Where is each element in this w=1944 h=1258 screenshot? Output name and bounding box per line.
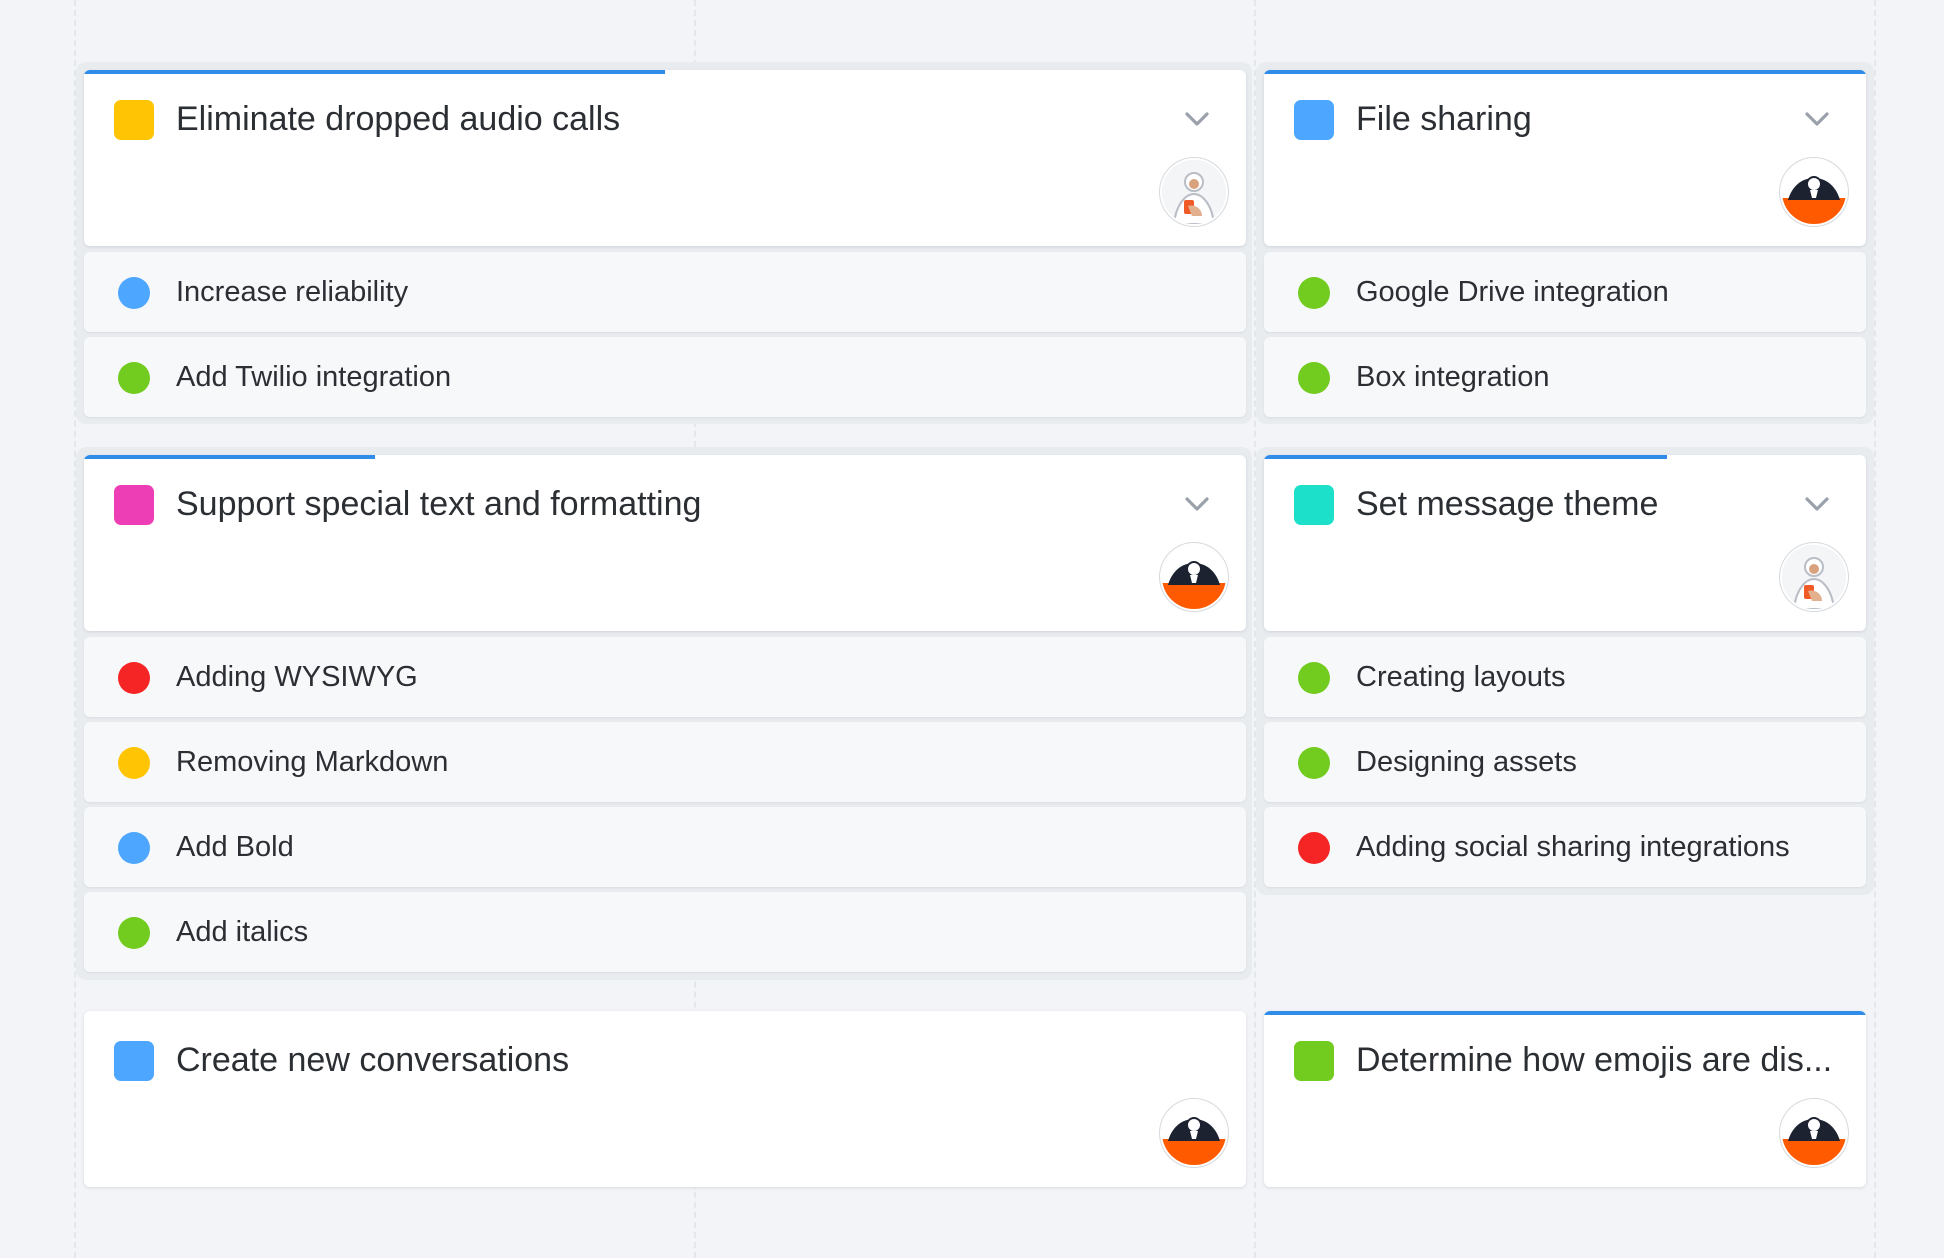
feature-card[interactable]: Support special text and formatting xyxy=(84,455,1246,631)
status-dot xyxy=(1298,747,1330,779)
chevron-down-icon[interactable] xyxy=(1802,104,1832,134)
progress-bar xyxy=(1264,70,1866,74)
status-dot xyxy=(1298,277,1330,309)
chevron-down-icon[interactable] xyxy=(1182,489,1212,519)
list-item-label: Add italics xyxy=(176,916,309,948)
avatar[interactable] xyxy=(1782,160,1846,224)
feature-color-swatch xyxy=(114,1041,154,1081)
avatar[interactable] xyxy=(1782,1101,1846,1165)
status-dot xyxy=(118,662,150,694)
feature-card[interactable]: Create new conversations xyxy=(84,1011,1246,1187)
feature-title: Set message theme xyxy=(1356,485,1659,523)
avatar[interactable] xyxy=(1162,1101,1226,1165)
avatar-illustrated-person-icon xyxy=(1162,160,1226,224)
chevron-down-icon[interactable] xyxy=(1802,489,1832,519)
feature-title: Create new conversations xyxy=(176,1041,570,1079)
list-item-label: Google Drive integration xyxy=(1356,276,1669,308)
feature-card[interactable]: Eliminate dropped audio calls xyxy=(84,70,1246,246)
status-dot xyxy=(1298,832,1330,864)
avatar[interactable] xyxy=(1162,545,1226,609)
status-dot xyxy=(118,362,150,394)
progress-bar xyxy=(1264,1011,1866,1015)
feature-color-swatch xyxy=(114,485,154,525)
progress-bar xyxy=(84,455,375,459)
feature-title: Support special text and formatting xyxy=(176,485,702,523)
avatar[interactable] xyxy=(1782,545,1846,609)
list-item[interactable]: Adding WYSIWYG xyxy=(84,637,1246,717)
avatar-woman-orange-icon xyxy=(1782,1101,1846,1165)
feature-color-swatch xyxy=(1294,1041,1334,1081)
list-item-label: Add Bold xyxy=(176,831,294,863)
progress-bar xyxy=(1264,455,1668,459)
chevron-down-icon[interactable] xyxy=(1182,104,1212,134)
list-item[interactable]: Google Drive integration xyxy=(1264,252,1866,332)
feature-card[interactable]: Determine how emojis are dis... xyxy=(1264,1011,1866,1187)
feature-card[interactable]: File sharing xyxy=(1264,70,1866,246)
list-item[interactable]: Add italics xyxy=(84,892,1246,972)
list-item-label: Add Twilio integration xyxy=(176,361,452,393)
list-item[interactable]: Removing Markdown xyxy=(84,722,1246,802)
list-item-label: Designing assets xyxy=(1356,746,1577,778)
list-item-label: Removing Markdown xyxy=(176,746,449,778)
avatar-woman-orange-icon xyxy=(1162,545,1226,609)
status-dot xyxy=(1298,662,1330,694)
avatar-woman-orange-icon xyxy=(1162,1101,1226,1165)
list-item[interactable]: Creating layouts xyxy=(1264,637,1866,717)
status-dot xyxy=(118,832,150,864)
feature-card[interactable]: Set message theme xyxy=(1264,455,1866,631)
progress-bar xyxy=(84,70,665,74)
status-dot xyxy=(1298,362,1330,394)
status-dot xyxy=(118,277,150,309)
avatar-woman-orange-icon xyxy=(1782,160,1846,224)
list-item[interactable]: Designing assets xyxy=(1264,722,1866,802)
list-item-label: Adding social sharing integrations xyxy=(1356,831,1790,863)
feature-title: File sharing xyxy=(1356,100,1532,138)
avatar-illustrated-person-icon xyxy=(1782,545,1846,609)
list-item[interactable]: Increase reliability xyxy=(84,252,1246,332)
list-item[interactable]: Add Bold xyxy=(84,807,1246,887)
list-item[interactable]: Box integration xyxy=(1264,337,1866,417)
list-item-label: Adding WYSIWYG xyxy=(176,661,418,693)
list-item[interactable]: Add Twilio integration xyxy=(84,337,1246,417)
list-item-label: Box integration xyxy=(1356,361,1550,393)
list-item[interactable]: Adding social sharing integrations xyxy=(1264,807,1866,887)
feature-color-swatch xyxy=(114,100,154,140)
avatar[interactable] xyxy=(1162,160,1226,224)
column-guide xyxy=(1874,0,1876,1258)
feature-title: Determine how emojis are dis... xyxy=(1356,1041,1833,1079)
status-dot xyxy=(118,917,150,949)
feature-title: Eliminate dropped audio calls xyxy=(176,100,621,138)
status-dot xyxy=(118,747,150,779)
feature-color-swatch xyxy=(1294,100,1334,140)
feature-color-swatch xyxy=(1294,485,1334,525)
list-item-label: Increase reliability xyxy=(176,276,409,308)
list-item-label: Creating layouts xyxy=(1356,661,1566,693)
